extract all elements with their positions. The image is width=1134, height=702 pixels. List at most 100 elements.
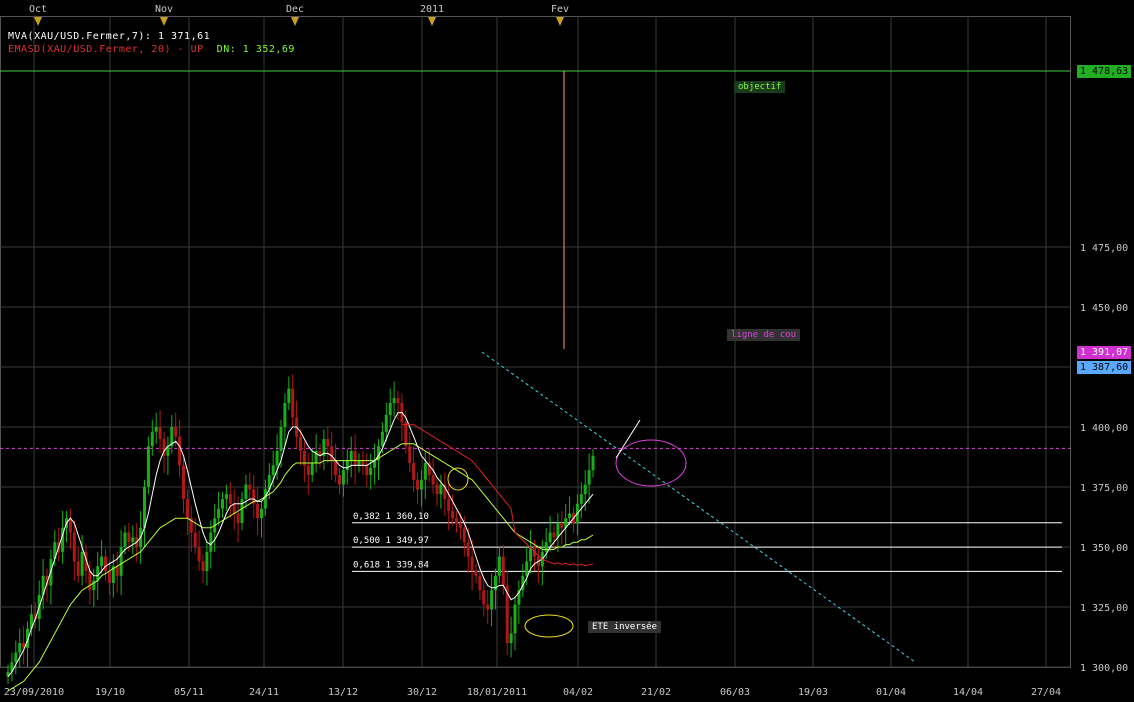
candle-body [299,436,302,451]
x-tick-label: 01/04 [876,687,906,698]
candle-body [458,523,462,528]
candle-body [509,633,513,643]
candle-body [513,604,517,634]
candle-body [326,439,330,447]
breakout-ellipse [615,439,687,487]
candle-body [174,427,178,437]
candle-body [205,551,209,571]
y-tick-label: 1 350,00 [1080,543,1128,554]
candle-body [560,523,564,528]
candle-body [283,403,287,427]
y-tick-label: 1 300,00 [1080,663,1128,674]
candle-body [193,532,197,547]
candle-body [451,511,455,519]
candle-body [18,643,22,653]
candle-body [236,513,240,523]
candle-body [104,556,107,571]
candle-body [201,561,205,571]
candle-body [412,463,416,480]
candle-body [115,566,119,576]
candle-body [158,427,162,439]
ma-slow-line [7,443,594,692]
candle-body [146,446,150,487]
y-tick-label: 1 375,00 [1080,483,1128,494]
candle-body [330,446,334,461]
candle-body [455,518,458,523]
candle-body [361,460,365,466]
indicator-emasd-label: EMASD(XAU/USD.Fermer, 20) - UP DN: 1 352… [8,44,295,55]
objective-annotation: objectif [734,81,786,93]
fib-500-label: 0,500 1 349,97 [353,536,429,546]
candle-body [431,475,435,485]
candle-body [76,561,80,576]
candle-body [260,508,263,519]
x-tick-label: 19/10 [95,687,125,698]
candle-body [107,571,111,583]
candle-body [14,652,18,663]
month-label: Nov [155,4,173,15]
candle-body [310,463,314,475]
candle-body [334,460,338,475]
candle-body [287,388,291,403]
candle-body [416,479,419,490]
candle-body [353,451,357,466]
ete-inversee-annotation: ETE inversée [588,621,662,633]
candle-body [380,431,384,447]
candle-body [88,571,92,591]
month-marker-icon [428,17,436,26]
month-marker-icon [34,17,42,26]
neckline-annotation: ligne de cou [727,329,801,341]
candle-body [131,537,135,543]
candle-body [396,398,400,403]
candle-body [341,470,345,485]
candle-body [275,451,279,466]
emasd-up-label: EMASD(XAU/USD.Fermer, 20) - UP [8,44,204,55]
neckline-price-box: 1 391,07 [1077,346,1131,359]
candle-body [232,503,236,514]
candle-body [306,465,310,475]
candle-body [182,465,185,499]
candle-body [178,436,182,466]
month-label: Oct [29,4,47,15]
candle-body [470,556,474,571]
candle-body [357,460,361,466]
candle-body [217,508,221,519]
candle-body [345,460,349,471]
candle-body [392,398,396,403]
candle-body [497,556,501,576]
indicator-mva-label: MVA(XAU/USD.Fermer,7): 1 371,61 [8,31,211,42]
month-marker-icon [556,17,564,26]
candle-body [291,388,295,418]
month-label: Fev [551,4,569,15]
x-tick-label: 14/04 [953,687,983,698]
x-tick-label: 27/04 [1031,687,1061,698]
x-tick-label: 23/09/2010 [4,687,64,698]
candle-body [96,566,100,581]
candle-body [349,451,353,461]
fib-618-label: 0,618 1 339,84 [353,560,429,570]
candle-body [221,499,224,509]
candle-body [209,532,213,552]
candle-body [556,523,560,538]
candle-body [185,499,189,519]
x-tick-label: 06/03 [720,687,750,698]
candle-body [369,467,373,475]
x-tick-label: 05/11 [174,687,204,698]
candle-body [271,465,275,475]
candle-body [552,532,556,538]
candle-body [100,556,104,567]
x-tick-label: 04/02 [563,687,593,698]
candle-body [228,494,232,504]
candle-body [248,484,252,490]
x-tick-label: 24/11 [249,687,279,698]
candle-body [474,571,478,576]
head-ellipse [524,614,574,638]
candle-body [384,415,388,432]
candle-body [579,494,583,504]
candle-body [423,463,427,480]
candle-body [490,590,494,610]
month-marker-icon [291,17,299,26]
candle-body [338,475,341,485]
candle-body [279,427,283,451]
candle-body [154,427,158,432]
